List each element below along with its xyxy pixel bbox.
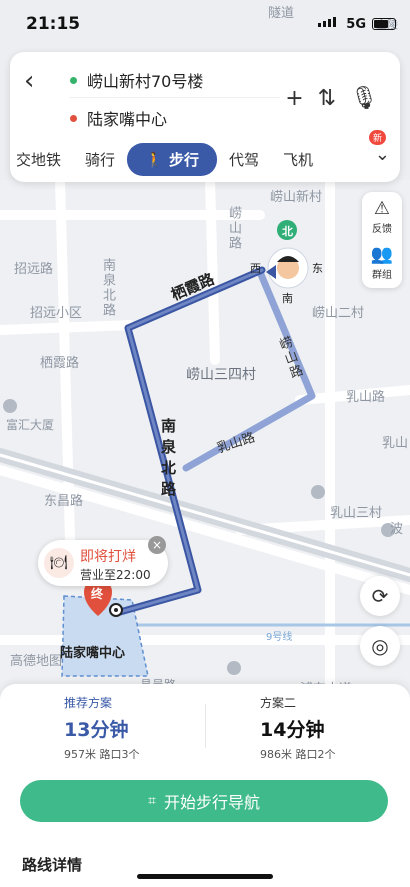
group-button[interactable]: 👥 群组	[362, 244, 402, 281]
route-details-title[interactable]: 路线详情	[22, 854, 82, 875]
walk-icon: 🚶	[145, 150, 169, 169]
map-label-rushan-partial: 乳山	[382, 436, 409, 451]
start-pin-label: 北	[282, 225, 293, 238]
route-card: ‹ 崂山新村70号楼 陆家嘴中心 + ⇅ 🎙 交地铁 骑行 🚶 步行 代驾 飞机…	[10, 52, 400, 182]
status-time: 21:15	[26, 14, 81, 34]
map-label-laoshan-xincun: 崂山新村	[270, 190, 323, 205]
map-label-fuhui: 富汇大厦	[6, 418, 55, 432]
side-tools: ⚠ 反馈 👥 群组	[362, 192, 402, 288]
poi-status: 即将打烊	[80, 549, 136, 565]
group-label: 群组	[372, 270, 392, 281]
tab-mode-3[interactable]: 代驾	[217, 149, 271, 170]
refresh-icon: ⟳	[371, 584, 389, 608]
tab-mode-1[interactable]: 骑行	[73, 149, 127, 170]
tab-mode-4[interactable]: 飞机	[271, 149, 325, 170]
feedback-label: 反馈	[372, 224, 392, 235]
origin-text: 崂山新村70号楼	[87, 72, 204, 91]
end-pin-label: 终	[91, 587, 104, 601]
map-label-zhaoyuan-xiaoqu: 招远小区	[30, 306, 83, 321]
destination-text: 陆家嘴中心	[87, 110, 168, 129]
home-indicator[interactable]	[137, 874, 273, 879]
destination-field[interactable]: 陆家嘴中心	[70, 106, 167, 130]
plan-label: 推荐方案	[64, 696, 113, 710]
scan-icon: ⌗	[148, 793, 156, 809]
plan-divider	[205, 704, 206, 748]
map-label-rushan-road: 乳山路	[346, 390, 386, 405]
map-label-line9: 9号线	[266, 632, 293, 643]
refresh-route-button[interactable]: ⟳	[360, 576, 400, 616]
map-label-bo: 波	[390, 522, 404, 537]
signal-icon	[318, 17, 336, 27]
start-nav-label: 开始步行导航	[163, 793, 260, 812]
map-label-zhaoyuan-road: 招远路	[14, 262, 54, 277]
map-label-rushan-sancun: 乳山三村	[330, 506, 383, 521]
origin-dot-icon	[70, 76, 77, 84]
status-bar: 21:15 5G	[0, 0, 410, 48]
store-logo-icon: 🍽	[44, 548, 74, 578]
map-label-gaode: 高德地图	[10, 654, 63, 669]
origin-field[interactable]: 崂山新村70号楼	[70, 68, 203, 92]
new-badge: 新	[368, 130, 386, 145]
compass-south: 南	[282, 292, 293, 305]
stop-separator	[70, 97, 280, 98]
close-icon[interactable]: ×	[148, 536, 166, 554]
plan-meta: 986米 路口2个	[260, 748, 336, 761]
plan-label: 方案二	[260, 696, 297, 710]
compass-east: 东	[312, 262, 323, 275]
start-walking-navigation-button[interactable]: ⌗ 开始步行导航	[20, 780, 388, 822]
feedback-icon: ⚠	[373, 198, 391, 219]
tab-mode-2[interactable]: 🚶 步行	[127, 142, 217, 176]
map-label-laoshan-sansi: 崂山三四村	[186, 367, 256, 383]
plan-recommended[interactable]: 推荐方案 13分钟 957米 路口3个	[64, 694, 140, 761]
locate-icon: ◎	[371, 634, 389, 658]
map-label-nanquan-north: 南泉北路	[100, 258, 115, 318]
plan-alternative[interactable]: 方案二 14分钟 986米 路口2个	[260, 694, 336, 761]
compass-west: 西	[250, 262, 261, 275]
map-label-qixia-road: 栖霞路	[40, 356, 80, 371]
destination-label: 陆家嘴中心	[60, 646, 126, 661]
plan-duration: 13分钟	[64, 719, 129, 741]
feedback-button[interactable]: ⚠ 反馈	[362, 198, 402, 235]
network-type: 5G	[346, 17, 366, 32]
locate-button[interactable]: ◎	[360, 626, 400, 666]
swap-icon[interactable]: ⇅	[318, 86, 336, 111]
plan-meta: 957米 路口3个	[64, 748, 140, 761]
battery-icon	[372, 18, 396, 30]
back-arrow-icon[interactable]: ‹	[24, 66, 34, 96]
destination-dot-icon	[70, 114, 77, 122]
more-modes-chevron-icon[interactable]: ⌄ 新	[368, 130, 390, 165]
poi-hours: 营业至22:00	[80, 568, 151, 582]
bottom-sheet: 推荐方案 13分钟 957米 路口3个 方案二 14分钟 986米 路口2个 ⌗…	[0, 684, 410, 887]
map-label-dongchang: 东昌路	[44, 494, 84, 509]
add-stop-icon[interactable]: +	[285, 86, 303, 111]
travel-mode-tabs: 交地铁 骑行 🚶 步行 代驾 飞机 ⌄ 新	[10, 130, 400, 176]
route-actions: + ⇅ 🎙	[285, 86, 378, 111]
route-label-nanquan: 南泉北路	[159, 418, 177, 502]
map-label-laoshan-road: 崂山路	[226, 206, 241, 251]
microphone-icon[interactable]: 🎙	[350, 86, 378, 111]
map-label-laoshan-ercun: 崂山二村	[312, 306, 365, 321]
plan-duration: 14分钟	[260, 719, 325, 741]
tab-mode-0[interactable]: 交地铁	[10, 149, 73, 170]
group-icon: 👥	[370, 244, 394, 265]
tab-mode-2-label: 步行	[168, 150, 199, 169]
